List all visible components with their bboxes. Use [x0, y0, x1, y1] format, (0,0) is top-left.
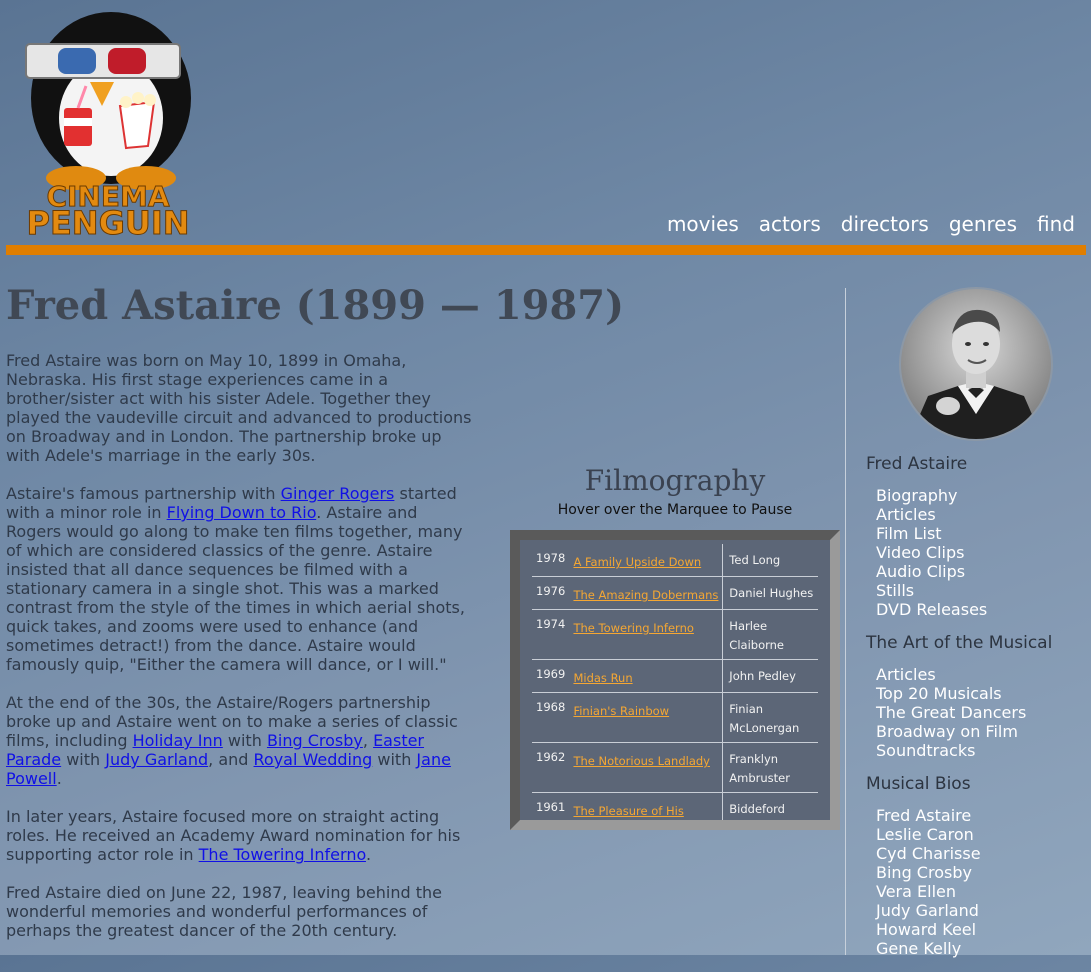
film-row: 1962 The Notorious Landlady Franklyn Amb… — [532, 743, 818, 793]
page-title: Fred Astaire (1899 — 1987) — [6, 282, 625, 329]
logo-text-penguin: PENGUIN — [26, 204, 189, 238]
header-divider — [6, 245, 1086, 255]
film-year: 1962 — [536, 750, 566, 764]
film-role: Ted Long — [729, 553, 781, 567]
sidebar-item-bio-fred-astaire[interactable]: Fred Astaire — [876, 806, 971, 825]
sidebar-heading-musical-bios: Musical Bios — [866, 774, 971, 794]
film-row: 1976 The Amazing Dobermans Daniel Hughes — [532, 577, 818, 610]
sidebar-item-dvd-releases[interactable]: DVD Releases — [876, 600, 987, 619]
nav-directors[interactable]: directors — [841, 212, 929, 236]
sidebar-item-bio-leslie-caron[interactable]: Leslie Caron — [876, 825, 974, 844]
nav-find[interactable]: find — [1037, 212, 1075, 236]
link-towering-inferno[interactable]: The Towering Inferno — [199, 845, 366, 864]
film-role: Harlee Claiborne — [729, 619, 784, 652]
actor-portrait — [898, 286, 1054, 442]
film-title-link[interactable]: Finian's Rainbow — [573, 704, 669, 718]
link-ginger-rogers[interactable]: Ginger Rogers — [281, 484, 395, 503]
sidebar-item-biography[interactable]: Biography — [876, 486, 958, 505]
film-row: 1969 Midas Run John Pedley — [532, 660, 818, 693]
film-role: Daniel Hughes — [729, 586, 814, 600]
bio-paragraph-2: Astaire's famous partnership with Ginger… — [6, 484, 465, 674]
film-title-link[interactable]: Midas Run — [573, 671, 632, 685]
film-year: 1968 — [536, 700, 566, 714]
nav-movies[interactable]: movies — [667, 212, 739, 236]
sidebar-item-great-dancers[interactable]: The Great Dancers — [876, 703, 1026, 722]
film-role: Finian McLonergan — [729, 702, 800, 735]
sidebar-item-articles[interactable]: Articles — [876, 505, 936, 524]
film-row: 1974 The Towering Inferno Harlee Claibor… — [532, 610, 818, 660]
link-bing-crosby[interactable]: Bing Crosby — [267, 731, 363, 750]
film-row: 1968 Finian's Rainbow Finian McLonergan — [532, 693, 818, 743]
sidebar-item-broadway-on-film[interactable]: Broadway on Film — [876, 722, 1018, 741]
sidebar-item-bio-bing-crosby[interactable]: Bing Crosby — [876, 863, 972, 882]
film-title-link[interactable]: The Pleasure of His Company — [573, 804, 683, 820]
film-role: Biddeford — [729, 802, 785, 816]
main-nav: movies actors directors genres find — [667, 212, 1075, 236]
sidebar-item-bio-cyd-charisse[interactable]: Cyd Charisse — [876, 844, 981, 863]
link-flying-down-to-rio[interactable]: Flying Down to Rio — [167, 503, 317, 522]
biography-text: Fred Astaire was born on May 10, 1899 in… — [6, 351, 476, 959]
film-title-link[interactable]: The Notorious Landlady — [573, 754, 710, 768]
film-title-link[interactable]: A Family Upside Down — [573, 555, 701, 569]
sidebar-item-bio-judy-garland[interactable]: Judy Garland — [876, 901, 979, 920]
bio-paragraph-4: In later years, Astaire focused more on … — [6, 807, 461, 864]
sidebar-heading-art-of-musical: The Art of the Musical — [866, 633, 1053, 653]
link-holiday-inn[interactable]: Holiday Inn — [133, 731, 223, 750]
bio-paragraph-3: At the end of the 30s, the Astaire/Roger… — [6, 693, 458, 788]
sidebar-item-bio-howard-keel[interactable]: Howard Keel — [876, 920, 976, 939]
film-year: 1969 — [536, 667, 566, 681]
sidebar-item-soundtracks[interactable]: Soundtracks — [876, 741, 975, 760]
filmography-subtitle: Hover over the Marquee to Pause — [557, 502, 793, 518]
sidebar-item-video-clips[interactable]: Video Clips — [876, 543, 964, 562]
filmography-marquee[interactable]: 1978 A Family Upside Down Ted Long 1976 … — [510, 530, 840, 830]
film-role: Franklyn Ambruster — [729, 752, 790, 785]
film-role: John Pedley — [729, 669, 796, 683]
sidebar-item-musical-articles[interactable]: Articles — [876, 665, 936, 684]
sidebar-item-audio-clips[interactable]: Audio Clips — [876, 562, 965, 581]
bio-paragraph-5: Fred Astaire died on June 22, 1987, leav… — [6, 883, 442, 940]
link-judy-garland[interactable]: Judy Garland — [105, 750, 208, 769]
sidebar-divider — [845, 288, 846, 955]
film-year: 1976 — [536, 584, 566, 598]
sidebar-item-bio-gene-kelly[interactable]: Gene Kelly — [876, 939, 961, 958]
film-row: 1961 The Pleasure of His Company Biddefo… — [532, 793, 818, 820]
filmography-heading: Filmography — [584, 464, 766, 497]
sidebar-item-stills[interactable]: Stills — [876, 581, 914, 600]
film-row: 1978 A Family Upside Down Ted Long — [532, 544, 818, 577]
cinema-penguin-logo[interactable]: CINEMA PENGUIN — [8, 6, 208, 243]
film-year: 1974 — [536, 617, 566, 631]
film-title-link[interactable]: The Towering Inferno — [573, 621, 693, 635]
sidebar-item-bio-vera-ellen[interactable]: Vera Ellen — [876, 882, 956, 901]
film-title-link[interactable]: The Amazing Dobermans — [573, 588, 718, 602]
nav-actors[interactable]: actors — [759, 212, 821, 236]
sidebar-list-art-of-musical: Articles Top 20 Musicals The Great Dance… — [876, 665, 1086, 760]
sidebar: Fred Astaire Biography Articles Film Lis… — [866, 454, 1086, 972]
film-year: 1961 — [536, 800, 566, 814]
nav-genres[interactable]: genres — [949, 212, 1017, 236]
sidebar-heading-fred-astaire: Fred Astaire — [866, 454, 968, 474]
sidebar-item-film-list[interactable]: Film List — [876, 524, 942, 543]
link-royal-wedding[interactable]: Royal Wedding — [254, 750, 373, 769]
sidebar-list-musical-bios: Fred Astaire Leslie Caron Cyd Charisse B… — [876, 806, 1086, 958]
bio-paragraph-1: Fred Astaire was born on May 10, 1899 in… — [6, 351, 472, 465]
filmography-list: 1978 A Family Upside Down Ted Long 1976 … — [532, 544, 818, 820]
sidebar-list-fred-astaire: Biography Articles Film List Video Clips… — [876, 486, 1086, 619]
film-year: 1978 — [536, 551, 566, 565]
sidebar-item-top-20-musicals[interactable]: Top 20 Musicals — [876, 684, 1002, 703]
